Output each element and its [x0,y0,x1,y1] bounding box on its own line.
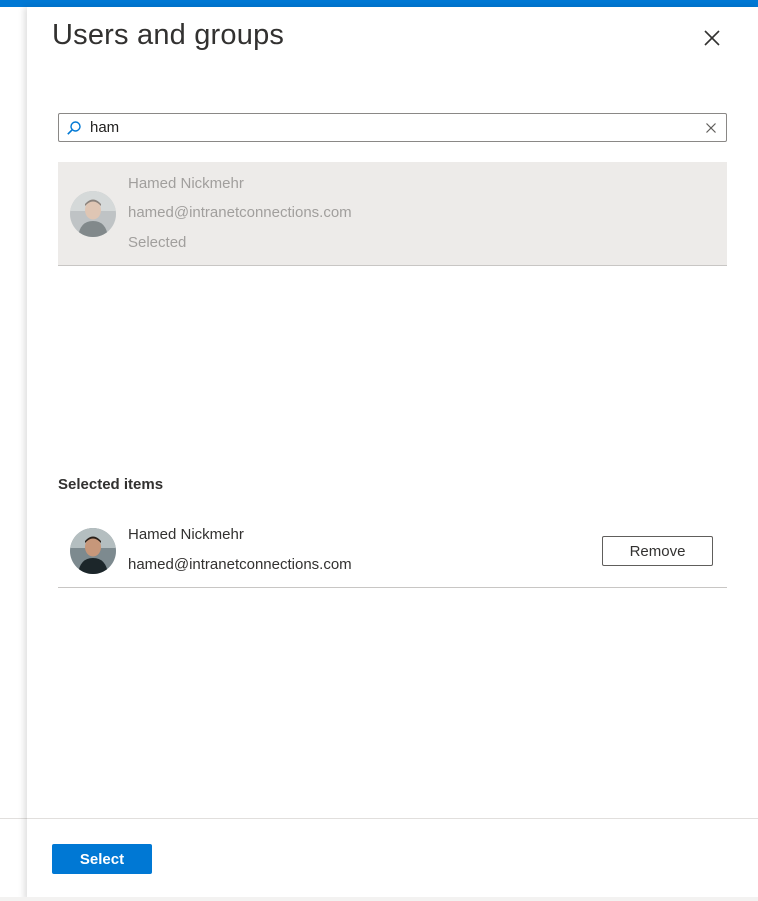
top-accent-bar [0,0,758,7]
avatar [70,528,116,574]
user-photo-icon [70,191,116,237]
selected-item-row: Hamed Nickmehr hamed@intranetconnections… [58,517,727,588]
selected-item-email: hamed@intranetconnections.com [128,556,352,573]
user-photo-icon [70,528,116,574]
selected-item-name: Hamed Nickmehr [128,526,244,543]
search-icon [67,121,81,135]
result-name: Hamed Nickmehr [128,175,244,192]
users-and-groups-panel: Users and groups Hamed Nickmehr [27,7,758,901]
select-button[interactable]: Select [52,844,152,874]
search-box [58,113,727,142]
avatar [70,191,116,237]
close-icon [704,30,720,46]
footer-divider [27,818,758,819]
result-email: hamed@intranetconnections.com [128,204,352,221]
clear-icon[interactable] [705,122,717,134]
panel-title: Users and groups [52,19,285,51]
remove-button[interactable]: Remove [602,536,713,566]
search-result-item[interactable]: Hamed Nickmehr hamed@intranetconnections… [58,162,727,266]
bottom-edge [0,897,758,901]
background-divider [0,818,27,819]
result-status: Selected [128,234,187,251]
close-button[interactable] [699,25,725,51]
selected-items-heading: Selected items [58,476,164,493]
search-input[interactable] [90,117,690,138]
background-page [0,7,27,901]
